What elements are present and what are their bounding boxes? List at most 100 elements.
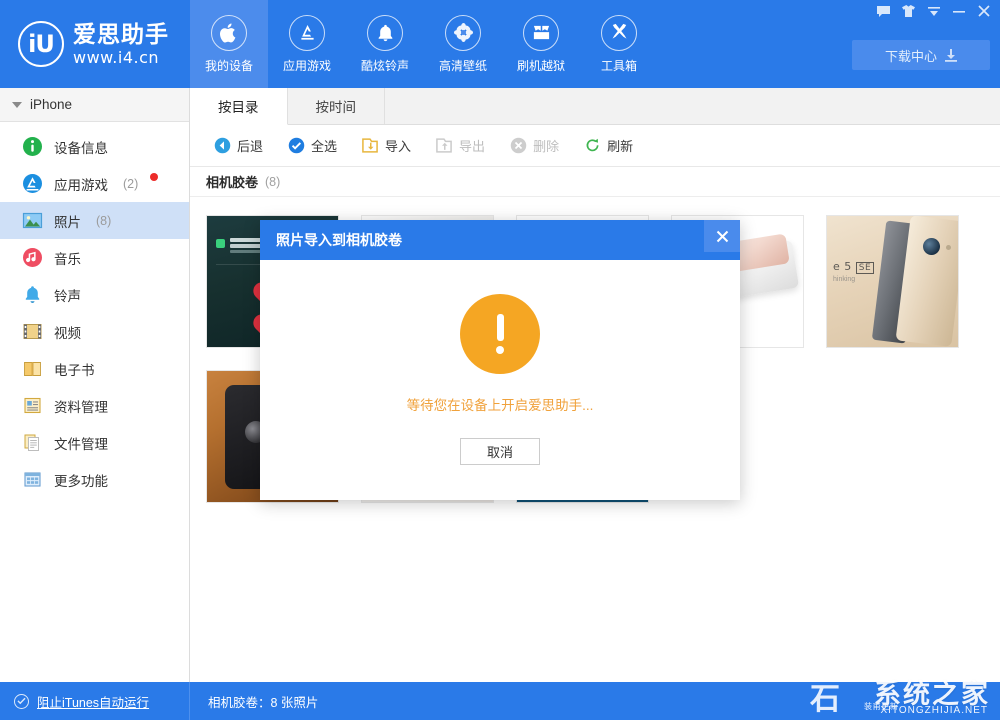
device-header[interactable]: iPhone: [0, 88, 189, 122]
refresh-button[interactable]: 刷新: [574, 132, 642, 159]
dialog-title: 照片导入到相机胶卷: [276, 230, 402, 250]
download-center-button[interactable]: 下载中心: [852, 40, 990, 70]
files-icon: [22, 432, 43, 453]
bell-icon: [367, 15, 403, 51]
nav-item-toolbox[interactable]: 工具箱: [580, 0, 658, 88]
box-icon: [523, 15, 559, 51]
logo-url: www.i4.cn: [73, 50, 169, 66]
nav-label: 应用游戏: [283, 57, 331, 74]
select-all-label: 全选: [311, 136, 337, 155]
feedback-icon[interactable]: [871, 0, 896, 22]
download-center-label: 下载中心: [885, 46, 937, 65]
music-icon: [22, 247, 43, 268]
import-button[interactable]: 导入: [352, 132, 420, 159]
nav-item-wallpapers[interactable]: 高清壁纸: [424, 0, 502, 88]
tab-by-folder[interactable]: 按目录: [190, 88, 288, 125]
sidebar-item-label: 应用游戏: [54, 174, 108, 194]
window-controls: [871, 0, 996, 22]
app-logo: iU 爱思助手 www.i4.cn: [0, 0, 190, 88]
refresh-icon: [583, 137, 601, 155]
contacts-icon: [22, 395, 43, 416]
status-info: 相机胶卷：8 张照片: [190, 682, 318, 720]
select-all-icon: [287, 137, 305, 155]
skin-icon[interactable]: [896, 0, 921, 22]
sidebar-item-ebooks[interactable]: 电子书: [0, 350, 189, 387]
nav-label: 我的设备: [205, 57, 253, 74]
logo-mark-icon: iU: [18, 21, 64, 67]
action-toolbar: 后退 全选 导入: [190, 125, 1000, 167]
import-label: 导入: [385, 136, 411, 155]
status-bar: 阻止iTunes自动运行 相机胶卷：8 张照片 石 系统之家 装甫更新 XITO…: [0, 682, 1000, 720]
sidebar: iPhone 设备信息 应用游戏 (2): [0, 88, 190, 682]
nav-label: 刷机越狱: [517, 57, 565, 74]
minimize-icon[interactable]: [946, 0, 971, 22]
sidebar-item-count: (8): [96, 214, 111, 228]
export-label: 导出: [459, 136, 485, 155]
logo-title: 爱思助手: [73, 23, 169, 46]
album-header: 相机胶卷 (8): [190, 167, 1000, 197]
app-header: iU 爱思助手 www.i4.cn 我的设备 应用游戏: [0, 0, 1000, 88]
back-icon: [213, 137, 231, 155]
nav-item-flash-jailbreak[interactable]: 刷机越狱: [502, 0, 580, 88]
view-tabs: 按目录 按时间: [190, 88, 1000, 125]
sidebar-item-label: 照片: [54, 211, 81, 231]
nav-label: 酷炫铃声: [361, 57, 409, 74]
import-progress-dialog: 照片导入到相机胶卷 等待您在设备上开启爱思助手... 取消: [260, 220, 740, 500]
block-itunes-toggle[interactable]: 阻止iTunes自动运行: [0, 682, 190, 720]
dialog-title-bar: 照片导入到相机胶卷: [260, 220, 740, 260]
sidebar-item-music[interactable]: 音乐: [0, 239, 189, 276]
nav-item-my-device[interactable]: 我的设备: [190, 0, 268, 88]
book-icon: [22, 358, 43, 379]
status-info-label: 相机胶卷：8 张照片: [208, 692, 318, 711]
sidebar-item-more-features[interactable]: 更多功能: [0, 461, 189, 498]
nav-item-apps-games[interactable]: 应用游戏: [268, 0, 346, 88]
sidebar-item-label: 音乐: [54, 248, 81, 268]
menu-icon[interactable]: [921, 0, 946, 22]
delete-button: 删除: [500, 132, 568, 159]
cancel-button[interactable]: 取消: [460, 438, 540, 465]
delete-icon: [509, 137, 527, 155]
nav-item-ringtones[interactable]: 酷炫铃声: [346, 0, 424, 88]
close-icon[interactable]: [971, 0, 996, 22]
sidebar-item-device-info[interactable]: 设备信息: [0, 128, 189, 165]
photo-icon: [22, 210, 43, 231]
more-icon: [22, 469, 43, 490]
select-all-button[interactable]: 全选: [278, 132, 346, 159]
sidebar-item-ringtones[interactable]: 铃声: [0, 276, 189, 313]
album-name: 相机胶卷: [206, 172, 258, 191]
watermark-url: XITONGZHIJIA.NET: [881, 705, 989, 716]
export-button: 导出: [426, 132, 494, 159]
dialog-message: 等待您在设备上开启爱思助手...: [407, 394, 594, 414]
delete-label: 删除: [533, 136, 559, 155]
sidebar-item-label: 文件管理: [54, 433, 108, 453]
chevron-down-icon: [12, 102, 22, 108]
sidebar-item-label: 资料管理: [54, 396, 108, 416]
dialog-body: 等待您在设备上开启爱思助手... 取消: [260, 260, 740, 500]
nav-label: 高清壁纸: [439, 57, 487, 74]
close-icon[interactable]: [704, 220, 740, 252]
import-icon: [361, 137, 379, 155]
back-label: 后退: [237, 136, 263, 155]
download-icon: [945, 49, 957, 62]
nav-label: 工具箱: [601, 57, 637, 74]
main-nav: 我的设备 应用游戏 酷炫铃声: [190, 0, 658, 88]
sidebar-item-label: 电子书: [54, 359, 95, 379]
block-itunes-label: 阻止iTunes自动运行: [37, 692, 149, 711]
sidebar-item-apps-games[interactable]: 应用游戏 (2): [0, 165, 189, 202]
app-window: iU 爱思助手 www.i4.cn 我的设备 应用游戏: [0, 0, 1000, 720]
video-icon: [22, 321, 43, 342]
tab-by-time[interactable]: 按时间: [288, 88, 386, 124]
warning-icon: [460, 294, 540, 374]
sidebar-item-data-management[interactable]: 资料管理: [0, 387, 189, 424]
sidebar-item-videos[interactable]: 视频: [0, 313, 189, 350]
thumb-iphone-5se-gold[interactable]: e 5 SE hinking: [826, 215, 959, 348]
export-icon: [435, 137, 453, 155]
back-button[interactable]: 后退: [204, 132, 272, 159]
sidebar-list: 设备信息 应用游戏 (2) 照片 (8): [0, 122, 189, 498]
sidebar-item-file-management[interactable]: 文件管理: [0, 424, 189, 461]
sidebar-item-photos[interactable]: 照片 (8): [0, 202, 189, 239]
appstore-icon: [289, 15, 325, 51]
sidebar-item-label: 设备信息: [54, 137, 108, 157]
sidebar-item-label: 更多功能: [54, 470, 108, 490]
watermark-small: 装甫更新: [864, 701, 898, 712]
